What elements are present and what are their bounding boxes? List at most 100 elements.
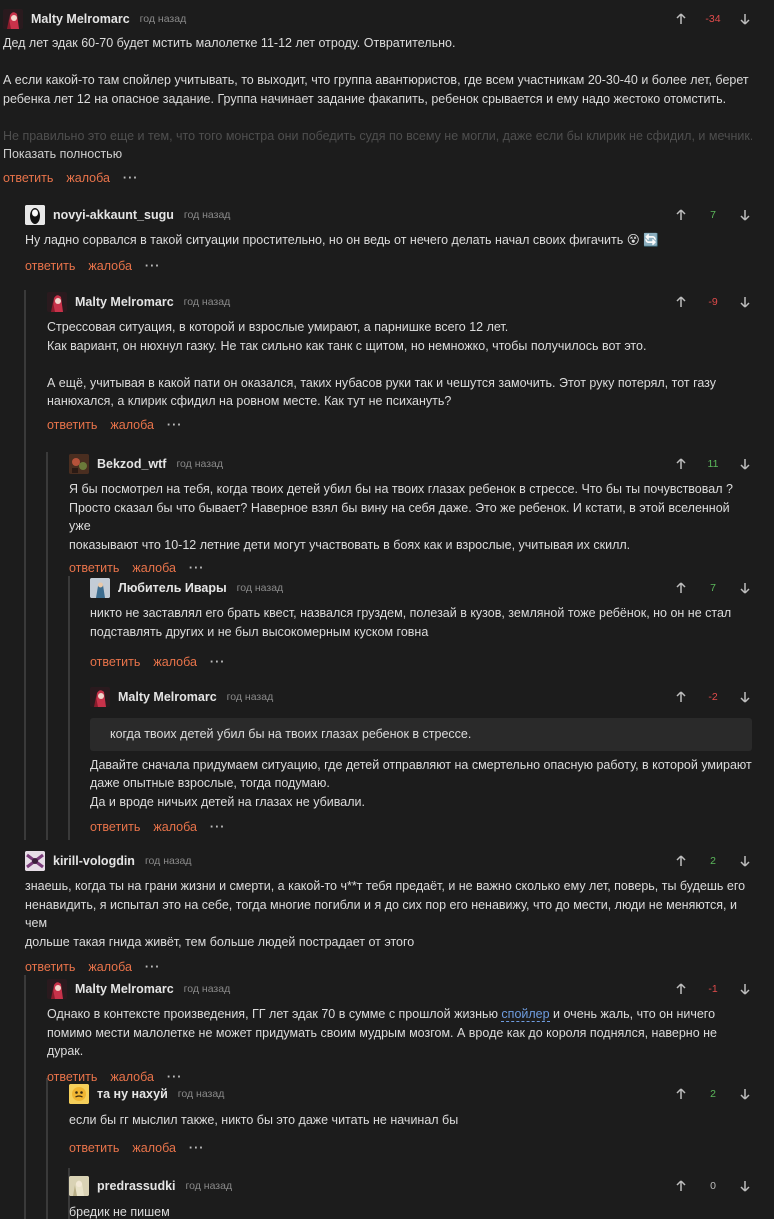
text-segment: Однако в контексте произведения, ГГ лет …	[47, 1007, 502, 1021]
username[interactable]: Любитель Ивары	[118, 581, 227, 595]
vote-controls: 2	[674, 1082, 752, 1106]
more-icon[interactable]: ···	[210, 820, 226, 834]
report-link[interactable]: жалоба	[66, 171, 110, 185]
username[interactable]: Malty Melromarc	[118, 690, 217, 704]
report-link[interactable]: жалоба	[153, 655, 197, 669]
timestamp: год назад	[144, 855, 192, 867]
reply-link[interactable]: ответить	[90, 820, 140, 834]
comment: Malty Melromarc год назад -1 Однако в ко…	[47, 977, 752, 1087]
avatar[interactable]	[90, 578, 110, 598]
upvote-icon[interactable]	[674, 982, 688, 996]
username[interactable]: predrassudki	[97, 1179, 176, 1193]
vote-controls: 7	[674, 576, 752, 600]
comment: Malty Melromarc год назад -34 Дед лет эд…	[3, 7, 752, 188]
more-icon[interactable]: ···	[189, 1141, 205, 1155]
text-line: нанюхался, а клирик сфидил на ровном мес…	[47, 394, 452, 408]
avatar[interactable]	[47, 979, 67, 999]
score: 11	[707, 458, 719, 470]
report-link[interactable]: жалоба	[110, 418, 154, 432]
reply-link[interactable]: ответить	[69, 561, 119, 575]
score: 0	[710, 1180, 716, 1192]
upvote-icon[interactable]	[674, 1179, 688, 1193]
vote-controls: 11	[674, 452, 752, 476]
vote-controls: -34	[674, 7, 752, 31]
text-line: ненавидить, я испытал это на себе, тогда…	[25, 897, 737, 931]
show-full-link[interactable]: Показать полностью	[3, 145, 752, 164]
more-icon[interactable]: ···	[123, 171, 139, 185]
thread-line	[46, 452, 48, 840]
timestamp: год назад	[183, 209, 231, 221]
thread-line	[68, 576, 70, 840]
comment-text: Ну ладно сорвался в такой ситуации прост…	[25, 231, 752, 250]
vote-controls: 2	[674, 849, 752, 873]
text-line: помимо мести малолетке не может придумат…	[47, 1025, 717, 1059]
more-icon[interactable]: ···	[210, 655, 226, 669]
avatar[interactable]	[69, 454, 89, 474]
upvote-icon[interactable]	[674, 295, 688, 309]
upvote-icon[interactable]	[674, 1087, 688, 1101]
report-link[interactable]: жалоба	[88, 960, 132, 974]
upvote-icon[interactable]	[674, 854, 688, 868]
more-icon[interactable]: ···	[189, 561, 205, 575]
avatar[interactable]	[25, 205, 45, 225]
avatar[interactable]	[3, 9, 23, 29]
vote-controls: -1	[674, 977, 752, 1001]
reply-link[interactable]: ответить	[90, 655, 140, 669]
username[interactable]: novyi-akkaunt_sugu	[53, 208, 174, 222]
avatar[interactable]	[25, 851, 45, 871]
truncated-text-line: Не правильно это еще и тем, что того мон…	[3, 128, 752, 143]
avatar[interactable]	[69, 1176, 89, 1196]
avatar[interactable]	[90, 687, 110, 707]
score: 7	[710, 582, 716, 594]
downvote-icon[interactable]	[738, 854, 752, 868]
score: 2	[710, 1088, 716, 1100]
username[interactable]: Bekzod_wtf	[97, 457, 166, 471]
avatar[interactable]	[69, 1084, 89, 1104]
downvote-icon[interactable]	[738, 12, 752, 26]
downvote-icon[interactable]	[738, 982, 752, 996]
downvote-icon[interactable]	[738, 295, 752, 309]
downvote-icon[interactable]	[738, 1087, 752, 1101]
reply-link[interactable]: ответить	[25, 259, 75, 273]
upvote-icon[interactable]	[674, 12, 688, 26]
vote-controls: 0	[674, 1174, 752, 1198]
comment: та ну нахуй год назад 2 если бы гг мысли…	[69, 1082, 752, 1158]
reply-link[interactable]: ответить	[3, 171, 53, 185]
reply-link[interactable]: ответить	[47, 418, 97, 432]
downvote-icon[interactable]	[738, 1179, 752, 1193]
thread-line	[46, 1078, 48, 1219]
text-line: дольше такая гнида живёт, тем больше люд…	[25, 934, 415, 949]
reply-link[interactable]: ответить	[25, 960, 75, 974]
upvote-icon[interactable]	[674, 581, 688, 595]
report-link[interactable]: жалоба	[132, 1141, 176, 1155]
text-line: Да и вроде ничьих детей на глазах не уби…	[90, 794, 365, 809]
report-link[interactable]: жалоба	[88, 259, 132, 273]
upvote-icon[interactable]	[674, 457, 688, 471]
comment-actions: ответить жалоба ···	[25, 957, 752, 977]
username[interactable]: Malty Melromarc	[75, 295, 174, 309]
comment-text: Дед лет эдак 60-70 будет мстить малолетк…	[3, 34, 752, 164]
username[interactable]: Malty Melromarc	[75, 982, 174, 996]
username[interactable]: та ну нахуй	[97, 1087, 168, 1101]
text-line: подставлять других и не был высокомерным…	[90, 624, 429, 639]
text-line: ребенка лет 12 на опасное задание. Групп…	[3, 91, 727, 106]
downvote-icon[interactable]	[738, 690, 752, 704]
downvote-icon[interactable]	[738, 208, 752, 222]
reply-link[interactable]: ответить	[69, 1141, 119, 1155]
downvote-icon[interactable]	[738, 457, 752, 471]
report-link[interactable]: жалоба	[153, 820, 197, 834]
downvote-icon[interactable]	[738, 581, 752, 595]
report-link[interactable]: жалоба	[132, 561, 176, 575]
upvote-icon[interactable]	[674, 208, 688, 222]
username[interactable]: kirill-vologdin	[53, 854, 135, 868]
upvote-icon[interactable]	[674, 690, 688, 704]
avatar[interactable]	[47, 292, 67, 312]
more-icon[interactable]: ···	[167, 418, 183, 432]
text-line: Однако в контексте произведения, ГГ лет …	[47, 1005, 752, 1024]
spoiler-link[interactable]: спойлер	[501, 1007, 550, 1022]
more-icon[interactable]: ···	[145, 259, 161, 273]
comment-text: бредик не пишем	[69, 1203, 752, 1219]
username[interactable]: Malty Melromarc	[31, 12, 130, 26]
more-icon[interactable]: ···	[145, 960, 161, 974]
timestamp: год назад	[183, 983, 231, 995]
